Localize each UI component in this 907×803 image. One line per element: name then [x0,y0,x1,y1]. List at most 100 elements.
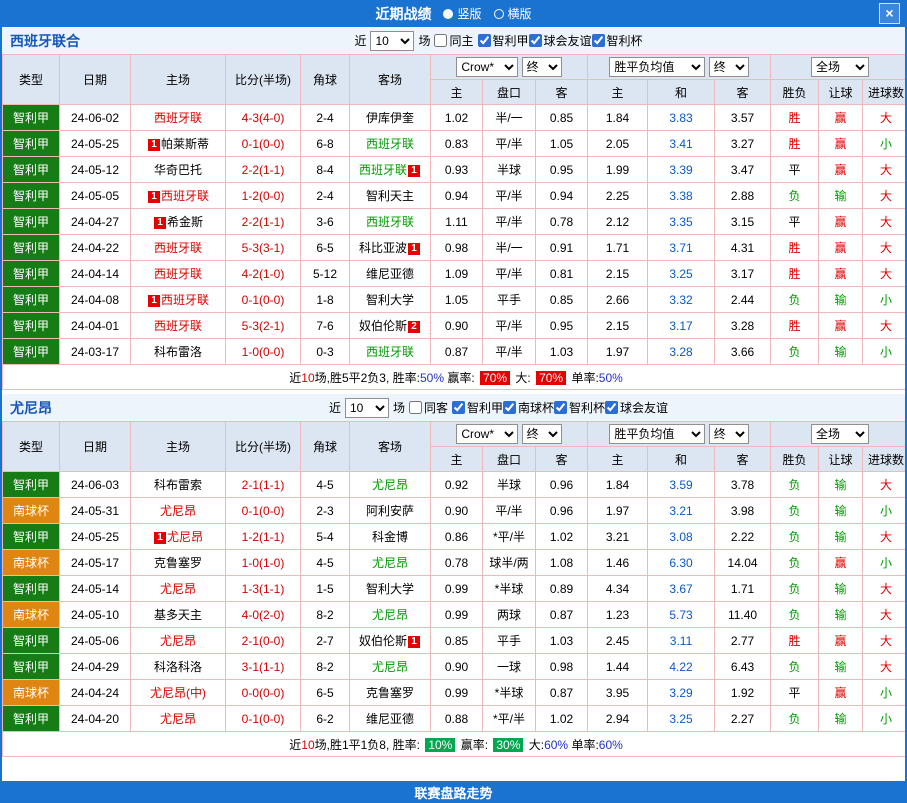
competition-option[interactable]: 南球杯 [503,399,554,416]
goals-result-cell: 大 [863,313,907,339]
corners-cell: 8-2 [301,654,350,680]
outcome-cell: 负 [771,706,819,732]
corners-cell: 6-8 [301,131,350,157]
same-venue-option[interactable]: 同客 [409,399,448,416]
handicap-cell: 平/半 [483,131,536,157]
same-venue-checkbox[interactable] [434,34,447,47]
score-cell: 3-1(1-1) [226,654,301,680]
titlebar-center: 近期战绩 竖版 横版 [375,4,531,24]
wdl-away-cell: 1.92 [715,680,771,706]
wdl-home-cell: 3.21 [588,524,648,550]
odds-away-cell: 1.03 [536,339,588,365]
competition-option[interactable]: 智利杯 [592,32,643,49]
competition-type-cell: 南球杯 [3,498,60,524]
date-cell: 24-04-20 [60,706,131,732]
competition-type-cell: 智利甲 [3,576,60,602]
scope-select[interactable]: 全场 [811,424,869,444]
footer-link[interactable]: 联赛盘路走势 [2,781,905,803]
home-team-name: 希金斯 [167,215,203,229]
wdl-away-cell: 4.31 [715,235,771,261]
competition-option[interactable]: 智利甲 [452,399,503,416]
wdl-away-cell: 3.78 [715,472,771,498]
red-card-badge: 1 [154,532,166,544]
away-team-name: 智利天主 [366,189,414,203]
wdl-final-select[interactable]: 终 [709,424,749,444]
home-team-name: 尤尼昂 [160,634,196,648]
wdl-home-cell: 1.97 [588,498,648,524]
orientation-option-vertical[interactable]: 竖版 [443,5,481,22]
away-team-name: 尤尼昂 [372,478,408,492]
competition-checkbox[interactable] [554,401,567,414]
radio-icon [443,9,453,19]
competition-type-cell: 南球杯 [3,680,60,706]
summary-row: 近10场,胜5平2负3, 胜率:50% 赢率: 70% 大: 70% 单率:50… [3,365,907,390]
wdl-draw-cell: 3.32 [648,287,715,313]
competition-checkbox[interactable] [592,34,605,47]
near-label: 近 [354,32,366,49]
match-row: 智利甲 24-04-27 1希金斯 2-2(1-1) 3-6 西班牙联 1.11… [3,209,907,235]
section-header-band: 西班牙联合 近 10 场 同主 智利甲球会友谊智利杯 [2,27,905,54]
wdl-metric-select[interactable]: 胜平负均值 [609,57,705,77]
competition-checkbox[interactable] [503,401,516,414]
home-team-cell: 尤尼昂 [131,628,226,654]
wdl-draw-cell: 3.41 [648,131,715,157]
recent-games-select[interactable]: 10 [370,31,414,51]
away-team-cell: 奴伯伦斯2 [350,313,431,339]
competition-option[interactable]: 球会友谊 [605,399,668,416]
away-team-name: 克鲁塞罗 [366,686,414,700]
same-venue-checkbox[interactable] [409,401,422,414]
score-cell: 2-2(1-1) [226,157,301,183]
odds-final-select[interactable]: 终 [522,424,562,444]
odds-provider-select[interactable]: Crow* [456,424,518,444]
date-cell: 24-05-31 [60,498,131,524]
corners-cell: 2-7 [301,628,350,654]
orientation-label-vertical: 竖版 [457,5,481,22]
wdl-final-select[interactable]: 终 [709,57,749,77]
away-team-name: 维尼亚德 [366,267,414,281]
same-venue-option[interactable]: 同主 [434,32,473,49]
date-cell: 24-06-02 [60,105,131,131]
outcome-cell: 负 [771,183,819,209]
wdl-metric-select[interactable]: 胜平负均值 [609,424,705,444]
competition-checkbox[interactable] [452,401,465,414]
away-team-name: 智利大学 [366,293,414,307]
competition-option[interactable]: 球会友谊 [529,32,592,49]
match-row: 智利甲 24-05-25 1帕莱斯蒂 0-1(0-0) 6-8 西班牙联 0.8… [3,131,907,157]
date-cell: 24-05-10 [60,602,131,628]
competition-checkbox[interactable] [605,401,618,414]
competition-option[interactable]: 智利杯 [554,399,605,416]
odds-home-cell: 0.94 [431,183,483,209]
handicap-cell: 平/半 [483,498,536,524]
odds-provider-select[interactable]: Crow* [456,57,518,77]
red-card-badge: 1 [148,139,160,151]
wdl-draw-cell: 5.73 [648,602,715,628]
away-team-name: 智利大学 [366,582,414,596]
date-cell: 24-05-14 [60,576,131,602]
recent-games-select[interactable]: 10 [345,398,389,418]
close-button[interactable]: × [879,3,900,24]
odds-away-cell: 1.05 [536,131,588,157]
odds-final-select[interactable]: 终 [522,57,562,77]
away-team-name: 西班牙联 [359,163,407,177]
wdl-away-cell: 2.22 [715,524,771,550]
wdl-draw-cell: 4.22 [648,654,715,680]
handicap-cell: 平/半 [483,209,536,235]
handicap-result-cell: 输 [819,472,863,498]
col-header-odds-away: 客 [536,80,588,105]
handicap-cell: 半/一 [483,235,536,261]
wdl-selects-cell: 胜平负均值 终 [588,55,771,80]
date-cell: 24-03-17 [60,339,131,365]
orientation-option-horizontal[interactable]: 横版 [494,5,532,22]
wdl-draw-cell: 3.83 [648,105,715,131]
competition-checkbox[interactable] [529,34,542,47]
competition-checkbox[interactable] [478,34,491,47]
filter-controls: 近 10 场 同客 智利甲南球杯智利杯球会友谊 [239,398,668,418]
competition-option[interactable]: 智利甲 [478,32,529,49]
handicap-cell: 平/半 [483,261,536,287]
away-team-name: 西班牙联 [366,215,414,229]
away-team-cell: 尤尼昂 [350,602,431,628]
handicap-cell: 一球 [483,654,536,680]
scope-select[interactable]: 全场 [811,57,869,77]
date-cell: 24-06-03 [60,472,131,498]
col-header-wdl-home: 主 [588,80,648,105]
